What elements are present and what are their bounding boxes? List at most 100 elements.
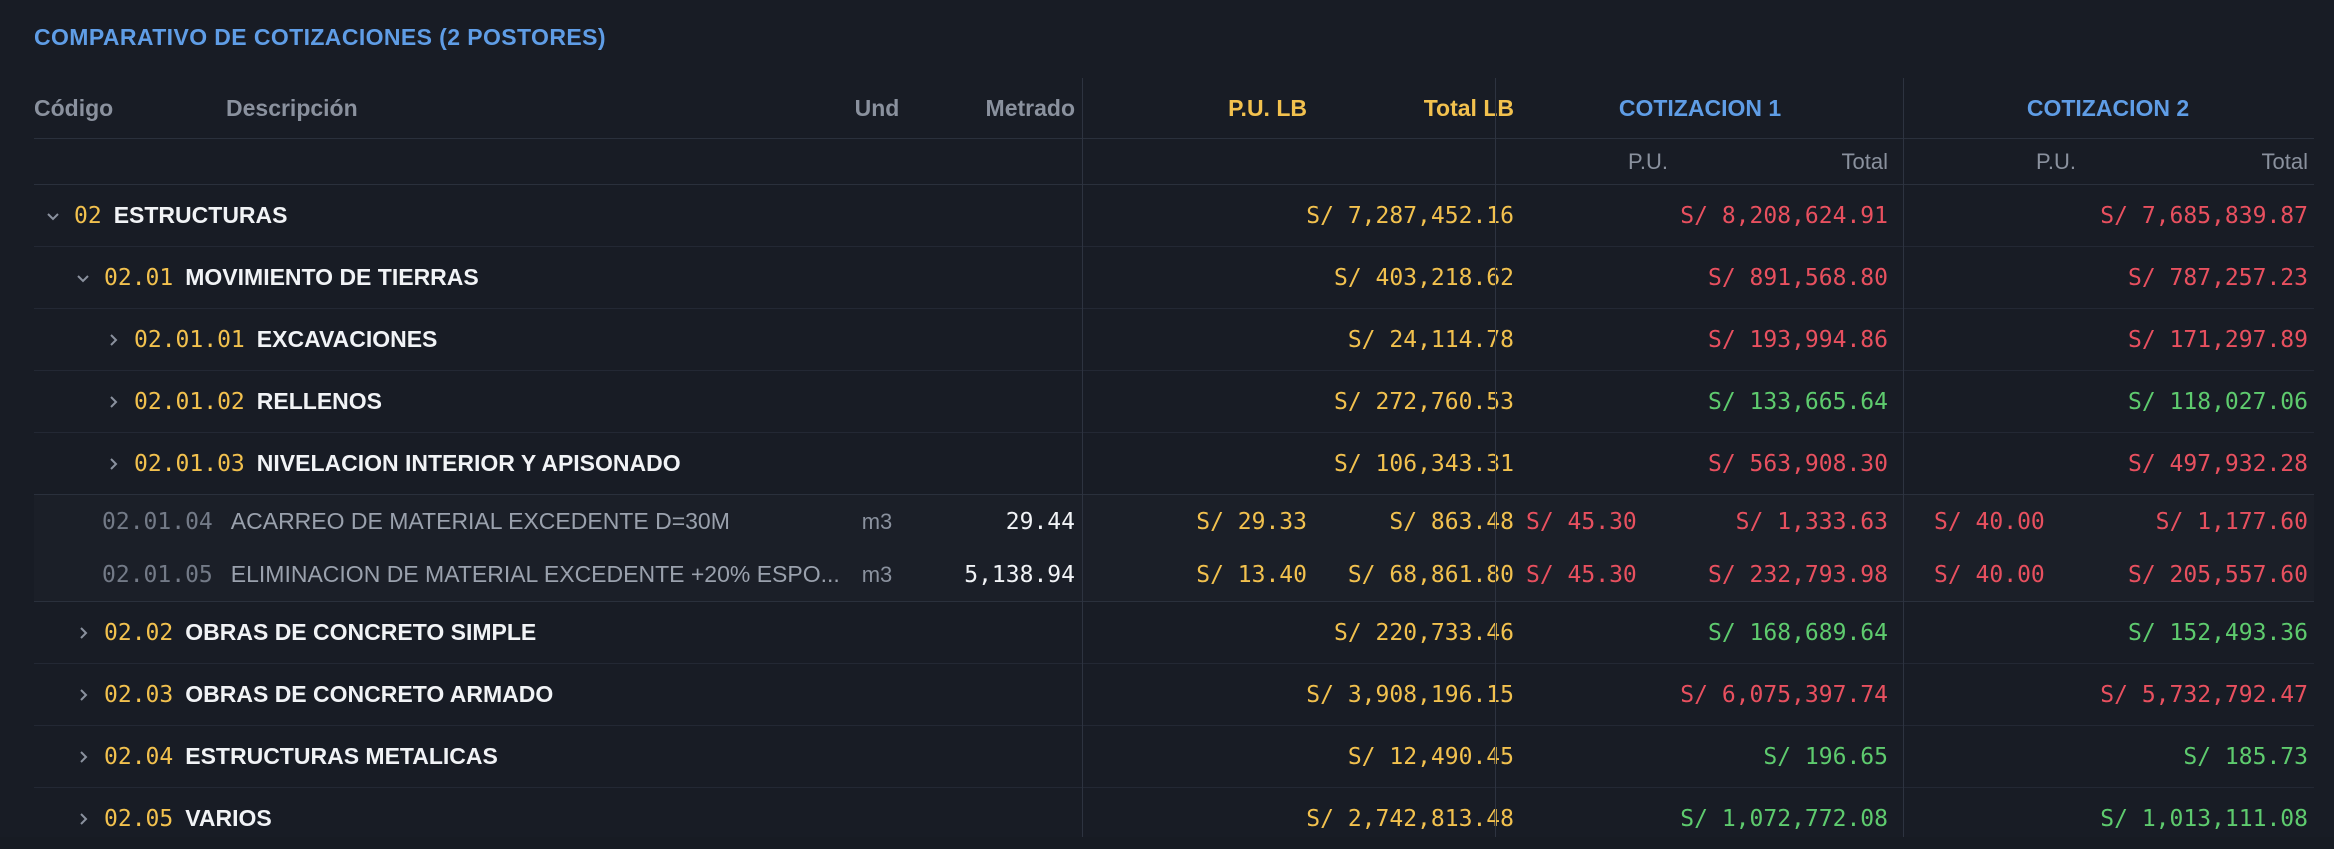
row-c2-total: S/ 1,177.60 — [2155, 508, 2308, 535]
table-row-02-02[interactable]: 02.02 OBRAS DE CONCRETO SIMPLE S/ 220,73… — [34, 602, 2314, 664]
table-row-02-01[interactable]: 02.01 MOVIMIENTO DE TIERRAS S/ 403,218.6… — [34, 247, 2314, 309]
table-row-02-01-04[interactable]: 02.01.04 ACARREO DE MATERIAL EXCEDENTE D… — [34, 494, 2314, 548]
row-label: 02.05 VARIOS — [72, 788, 272, 849]
row-label: 02.02 OBRAS DE CONCRETO SIMPLE — [72, 602, 536, 663]
row-label: 02.04 ESTRUCTURAS METALICAS — [72, 726, 498, 787]
header-total-lb[interactable]: Total LB — [1314, 78, 1514, 138]
row-code: 02.02 — [104, 619, 174, 646]
row-total-lb: S/ 24,114.78 — [1347, 326, 1514, 353]
row-c2-total: S/ 5,732,792.47 — [2100, 681, 2308, 708]
row-c2-total: S/ 497,932.28 — [2127, 450, 2308, 477]
table-header-row: Código Descripción Und Metrado P.U. LB T… — [34, 78, 2314, 139]
header-pu-lb[interactable]: P.U. LB — [1094, 78, 1307, 138]
chevron-down-icon[interactable] — [42, 205, 64, 227]
row-c2-total: S/ 1,013,111.08 — [2100, 805, 2308, 832]
chevron-right-icon[interactable] — [102, 329, 124, 351]
row-code: 02.05 — [104, 805, 174, 832]
row-code: 02 — [74, 202, 102, 229]
row-pu-lb: S/ 29.33 — [1196, 508, 1307, 535]
chevron-right-icon[interactable] — [72, 622, 94, 644]
row-label: 02.01.04 ACARREO DE MATERIAL EXCEDENTE D… — [102, 495, 730, 548]
row-label: 02.01.02 RELLENOS — [102, 371, 382, 432]
subheader-c1-pu: P.U. — [1628, 148, 1668, 174]
row-code: 02.03 — [104, 681, 174, 708]
table-row-02-03[interactable]: 02.03 OBRAS DE CONCRETO ARMADO S/ 3,908,… — [34, 664, 2314, 726]
row-c1-total: S/ 133,665.64 — [1707, 388, 1888, 415]
row-name: VARIOS — [185, 805, 272, 831]
row-name: NIVELACION INTERIOR Y APISONADO — [256, 450, 681, 476]
row-label: 02.03 OBRAS DE CONCRETO ARMADO — [72, 664, 553, 725]
header-cotizacion-1[interactable]: COTIZACION 1 — [1496, 78, 1904, 138]
row-und: m3 — [861, 508, 893, 534]
chevron-right-icon[interactable] — [72, 684, 94, 706]
row-code: 02.01 — [104, 264, 174, 291]
chevron-right-icon[interactable] — [72, 808, 94, 830]
row-c1-total: S/ 196.65 — [1763, 743, 1888, 770]
row-total-lb: S/ 220,733.46 — [1333, 619, 1514, 646]
row-c2-total: S/ 185.73 — [2183, 743, 2308, 770]
table-row-02-04[interactable]: 02.04 ESTRUCTURAS METALICAS S/ 12,490.45… — [34, 726, 2314, 788]
row-c2-total: S/ 787,257.23 — [2127, 264, 2308, 291]
row-code: 02.01.03 — [134, 450, 245, 477]
subheader-c2-total: Total — [2261, 148, 2308, 174]
row-c1-total: S/ 8,208,624.91 — [1680, 202, 1888, 229]
row-c2-pu: S/ 40.00 — [1934, 508, 2045, 535]
row-label: 02.01.01 EXCAVACIONES — [102, 309, 437, 370]
header-cotizacion-2[interactable]: COTIZACION 2 — [1904, 78, 2312, 138]
row-metrado: 5,138.94 — [964, 561, 1075, 588]
table-row-02-05[interactable]: 02.05 VARIOS S/ 2,742,813.48 S/ 1,072,77… — [34, 788, 2314, 849]
row-c1-total: S/ 6,075,397.74 — [1680, 681, 1888, 708]
row-label: 02 ESTRUCTURAS — [42, 185, 287, 246]
row-c2-total: S/ 205,557.60 — [2127, 561, 2308, 588]
row-c1-total: S/ 168,689.64 — [1707, 619, 1888, 646]
row-name: RELLENOS — [256, 388, 383, 414]
table-row-02-01-01[interactable]: 02.01.01 EXCAVACIONES S/ 24,114.78 S/ 19… — [34, 309, 2314, 371]
table-row-02-01-05[interactable]: 02.01.05 ELIMINACION DE MATERIAL EXCEDEN… — [34, 548, 2314, 602]
table-row-02-01-02[interactable]: 02.01.02 RELLENOS S/ 272,760.53 S/ 133,6… — [34, 371, 2314, 433]
row-label: 02.01.05 ELIMINACION DE MATERIAL EXCEDEN… — [102, 548, 840, 601]
table-row-02-01-03[interactable]: 02.01.03 NIVELACION INTERIOR Y APISONADO… — [34, 433, 2314, 494]
row-metrado: 29.44 — [1005, 508, 1075, 535]
row-c2-pu: S/ 40.00 — [1934, 561, 2045, 588]
column-divider — [1903, 78, 1904, 837]
row-total-lb: S/ 106,343.31 — [1333, 450, 1514, 477]
table-row-02[interactable]: 02 ESTRUCTURAS S/ 7,287,452.16 S/ 8,208,… — [34, 185, 2314, 247]
panel-title: COMPARATIVO DE COTIZACIONES (2 POSTORES) — [34, 24, 606, 50]
row-total-lb: S/ 12,490.45 — [1347, 743, 1514, 770]
row-total-lb: S/ 68,861.80 — [1347, 561, 1514, 588]
comparison-table: Código Descripción Und Metrado P.U. LB T… — [34, 78, 2314, 849]
row-code: 02.01.01 — [134, 326, 245, 353]
row-c1-total: S/ 891,568.80 — [1707, 264, 1888, 291]
row-c1-total: S/ 193,994.86 — [1707, 326, 1888, 353]
header-metrado[interactable]: Metrado — [934, 78, 1075, 138]
column-divider — [1495, 78, 1496, 837]
chevron-right-icon[interactable] — [102, 453, 124, 475]
row-code: 02.01.02 — [134, 388, 245, 415]
row-c1-total: S/ 563,908.30 — [1707, 450, 1888, 477]
row-name: EXCAVACIONES — [256, 326, 438, 352]
chevron-down-icon[interactable] — [72, 267, 94, 289]
subheader-c2-pu: P.U. — [2036, 148, 2076, 174]
row-name: OBRAS DE CONCRETO ARMADO — [185, 681, 554, 707]
header-und[interactable]: Und — [842, 78, 912, 138]
row-c2-total: S/ 152,493.36 — [2127, 619, 2308, 646]
row-c2-total: S/ 7,685,839.87 — [2100, 202, 2308, 229]
comparison-panel: COMPARATIVO DE COTIZACIONES (2 POSTORES)… — [0, 0, 2334, 837]
row-total-lb: S/ 3,908,196.15 — [1306, 681, 1514, 708]
row-code: 02.04 — [104, 743, 174, 770]
row-total-lb: S/ 403,218.62 — [1333, 264, 1514, 291]
row-label: 02.01 MOVIMIENTO DE TIERRAS — [72, 247, 479, 308]
row-name: OBRAS DE CONCRETO SIMPLE — [185, 619, 537, 645]
table-subheader-row: P.U. Total P.U. Total — [34, 139, 2314, 185]
row-name: ESTRUCTURAS — [113, 202, 288, 228]
row-total-lb: S/ 2,742,813.48 — [1306, 805, 1514, 832]
chevron-right-icon[interactable] — [102, 391, 124, 413]
header-descripcion[interactable]: Descripción — [226, 78, 626, 138]
row-c1-total: S/ 1,072,772.08 — [1680, 805, 1888, 832]
row-c1-pu: S/ 45.30 — [1526, 508, 1637, 535]
chevron-right-icon[interactable] — [72, 746, 94, 768]
row-c1-total: S/ 1,333.63 — [1735, 508, 1888, 535]
row-c1-pu: S/ 45.30 — [1526, 561, 1637, 588]
row-total-lb: S/ 272,760.53 — [1333, 388, 1514, 415]
header-codigo[interactable]: Código — [34, 78, 214, 138]
